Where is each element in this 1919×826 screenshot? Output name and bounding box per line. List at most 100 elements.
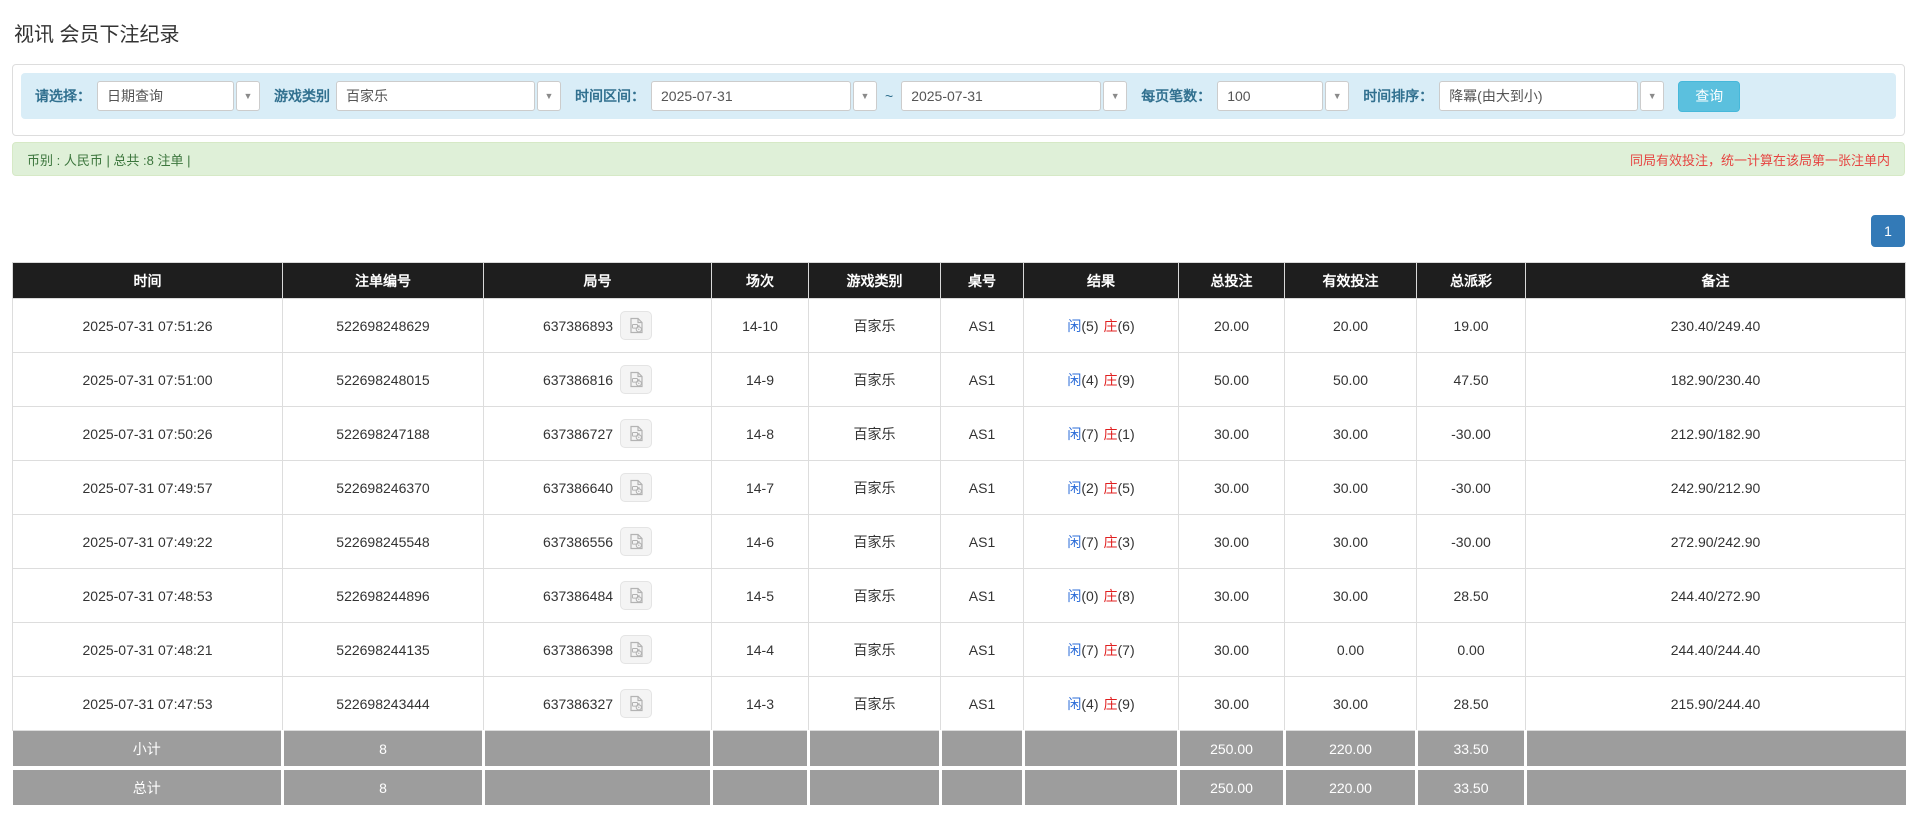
chevron-down-icon[interactable]: ▼ — [1640, 81, 1665, 111]
cell-bet-id: 522698248015 — [282, 352, 484, 407]
date-from-value: 2025-07-31 — [651, 81, 851, 111]
cell-payout: -30.00 — [1416, 406, 1526, 461]
video-replay-button[interactable] — [620, 365, 653, 394]
player-result: 闲 — [1067, 479, 1082, 496]
sort-select[interactable]: 降冪(由大到小) ▼ — [1439, 81, 1665, 111]
player-points: (7) — [1081, 533, 1099, 550]
cell-game-type: 百家乐 — [808, 352, 941, 407]
cell-session: 14-4 — [711, 622, 809, 677]
cell-round-id: 637386556 — [483, 514, 712, 569]
player-points: (7) — [1081, 425, 1099, 442]
cell-bet-id: 522698248629 — [282, 298, 484, 353]
video-replay-icon — [629, 695, 643, 712]
total-row: 总计 8 250.00 220.00 33.50 — [12, 766, 1906, 805]
cell-valid-bet: 30.00 — [1284, 460, 1417, 515]
chevron-down-icon[interactable]: ▼ — [1103, 81, 1128, 111]
cell-payout: 28.50 — [1416, 568, 1526, 623]
cell-valid-bet: 50.00 — [1284, 352, 1417, 407]
cell-valid-bet: 30.00 — [1284, 514, 1417, 569]
date-range-label: 时间区间： — [575, 88, 645, 104]
cell-result: 闲(0) 庄(8) — [1023, 568, 1179, 623]
player-points: (7) — [1081, 641, 1099, 658]
banker-result: 庄 — [1103, 371, 1118, 388]
banker-result: 庄 — [1103, 479, 1118, 496]
banker-points: (8) — [1117, 587, 1135, 604]
video-replay-button[interactable] — [620, 473, 653, 502]
video-replay-button[interactable] — [620, 311, 653, 340]
cell-session: 14-5 — [711, 568, 809, 623]
cell-total-bet[interactable]: 30.00 — [1178, 514, 1285, 569]
cell-game-type: 百家乐 — [808, 406, 941, 461]
player-result: 闲 — [1067, 371, 1082, 388]
video-replay-button[interactable] — [620, 581, 653, 610]
chevron-down-icon[interactable]: ▼ — [1325, 81, 1350, 111]
video-replay-button[interactable] — [620, 527, 653, 556]
per-page-select[interactable]: 100 ▼ — [1217, 81, 1350, 111]
player-result: 闲 — [1067, 695, 1082, 712]
cell-total-bet[interactable]: 20.00 — [1178, 298, 1285, 353]
cell-game-type: 百家乐 — [808, 622, 941, 677]
cell-bet-id: 522698244135 — [282, 622, 484, 677]
chevron-down-icon[interactable]: ▼ — [537, 81, 561, 111]
video-replay-button[interactable] — [620, 689, 653, 718]
pagination-page-1[interactable]: 1 — [1871, 215, 1905, 247]
chevron-down-icon[interactable]: ▼ — [236, 81, 260, 111]
header-time: 时间 — [12, 262, 283, 299]
player-points: (5) — [1081, 317, 1099, 334]
cell-table-no: AS1 — [940, 298, 1024, 353]
video-replay-button[interactable] — [620, 635, 653, 664]
round-number: 637386640 — [542, 479, 614, 496]
banker-result: 庄 — [1103, 533, 1118, 550]
table-row: 2025-07-31 07:48:53 522698244896 6373864… — [12, 568, 1906, 623]
cell-total-bet[interactable]: 30.00 — [1178, 460, 1285, 515]
video-replay-icon — [629, 317, 643, 334]
query-type-select[interactable]: 日期查询 ▼ — [97, 81, 260, 111]
cell-total-bet[interactable]: 50.00 — [1178, 352, 1285, 407]
cell-bet-id: 522698245548 — [282, 514, 484, 569]
player-result: 闲 — [1067, 641, 1082, 658]
cell-note: 242.90/212.90 — [1525, 460, 1906, 515]
currency-summary-bar: 币别 : 人民币 | 总共 :8 注单 | 同局有效投注，统一计算在该局第一张注… — [12, 142, 1905, 176]
game-type-select[interactable]: 百家乐 ▼ — [336, 81, 561, 111]
subtotal-valid-bet: 220.00 — [1283, 730, 1417, 768]
video-replay-icon — [629, 371, 643, 388]
video-replay-icon — [629, 587, 643, 604]
cell-total-bet[interactable]: 30.00 — [1178, 676, 1285, 731]
per-page-label: 每页笔数： — [1141, 88, 1212, 104]
cell-note: 212.90/182.90 — [1525, 406, 1906, 461]
cell-session: 14-8 — [711, 406, 809, 461]
cell-total-bet[interactable]: 30.00 — [1178, 568, 1285, 623]
cell-total-bet[interactable]: 30.00 — [1178, 622, 1285, 677]
cell-round-id: 637386893 — [483, 298, 712, 353]
cell-valid-bet: 30.00 — [1284, 568, 1417, 623]
cell-game-type: 百家乐 — [808, 676, 941, 731]
cell-time: 2025-07-31 07:48:21 — [12, 622, 283, 677]
table-row: 2025-07-31 07:49:57 522698246370 6373866… — [12, 460, 1906, 515]
date-to-select[interactable]: 2025-07-31 ▼ — [901, 81, 1128, 111]
search-button[interactable]: 查询 — [1678, 80, 1741, 112]
round-number: 637386398 — [542, 641, 614, 658]
cell-round-id: 637386327 — [483, 676, 712, 731]
video-replay-icon — [629, 533, 643, 550]
video-replay-icon — [629, 425, 643, 442]
total-total-bet: 250.00 — [1177, 766, 1285, 805]
player-points: (4) — [1081, 695, 1099, 712]
round-number: 637386816 — [542, 371, 614, 388]
header-note: 备注 — [1525, 262, 1906, 299]
video-replay-button[interactable] — [620, 419, 653, 448]
total-label: 总计 — [12, 766, 283, 805]
banker-result: 庄 — [1103, 317, 1118, 334]
cell-valid-bet: 30.00 — [1284, 676, 1417, 731]
date-from-select[interactable]: 2025-07-31 ▼ — [651, 81, 877, 111]
header-round-id: 局号 — [483, 262, 712, 299]
cell-note: 244.40/272.90 — [1525, 568, 1906, 623]
sort-value: 降冪(由大到小) — [1439, 81, 1639, 111]
chevron-down-icon[interactable]: ▼ — [853, 81, 877, 111]
subtotal-count: 8 — [281, 730, 484, 768]
cell-result: 闲(5) 庄(6) — [1023, 298, 1179, 353]
cell-table-no: AS1 — [940, 676, 1024, 731]
subtotal-label: 小计 — [12, 730, 283, 768]
cell-total-bet[interactable]: 30.00 — [1178, 406, 1285, 461]
cell-bet-id: 522698244896 — [282, 568, 484, 623]
cell-table-no: AS1 — [940, 622, 1024, 677]
